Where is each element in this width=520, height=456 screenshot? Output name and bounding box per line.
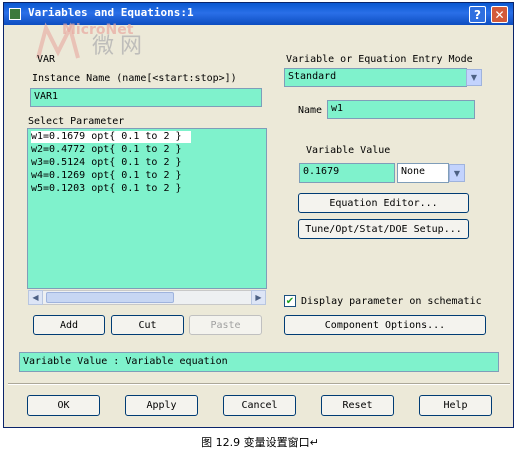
figure-caption: 图 12.9 变量设置窗口↵ [201,436,319,449]
component-type: VAR [37,54,56,65]
title-close-button[interactable]: ✕ [491,6,508,23]
list-item[interactable]: w1=0.1679 opt{ 0.1 to 2 } [31,131,191,143]
help-button[interactable]: Help [419,395,492,416]
select-parameter-label: Select Parameter [28,116,125,127]
window-title: Variables and Equations:1 [28,6,194,19]
list-item[interactable]: w2=0.4772 opt{ 0.1 to 2 } [31,144,182,156]
tune-opt-setup-button[interactable]: Tune/Opt/Stat/DOE Setup... [298,219,469,239]
name-label: Name [298,105,323,116]
cancel-button[interactable]: Cancel [223,395,296,416]
list-item[interactable]: w5=0.1203 opt{ 0.1 to 2 } [31,183,182,195]
footer-separator [8,383,510,385]
name-input[interactable]: w1 [327,100,475,119]
status-bar: Variable Value : Variable equation [19,352,499,372]
parameter-list[interactable]: w1=0.1679 opt{ 0.1 to 2 } w2=0.4772 opt{… [27,128,267,289]
watermark-cn: 微网 [92,34,149,59]
checkmark-icon: ✔ [285,295,295,307]
apply-button[interactable]: Apply [125,395,198,416]
variable-value-label: Variable Value [306,145,391,156]
app-icon [9,8,21,20]
unit-dropdown-icon[interactable]: ▼ [449,164,465,182]
instance-name-input[interactable]: VAR1 [30,88,262,107]
reset-button[interactable]: Reset [321,395,394,416]
instance-name-label: Instance Name (name[<start:stop>]) [32,73,237,84]
entry-mode-select[interactable]: Standard [284,68,467,87]
cut-button[interactable]: Cut [111,315,184,335]
scroll-right-arrow-icon[interactable]: ▶ [251,290,266,305]
equation-editor-button[interactable]: Equation Editor... [298,193,469,213]
entry-mode-label: Variable or Equation Entry Mode [286,54,473,65]
paste-button[interactable]: Paste [189,315,262,335]
variable-value-input[interactable]: 0.1679 [299,163,395,183]
display-parameter-checkbox[interactable]: ✔ [284,295,296,307]
question-icon: ? [474,7,481,22]
scrollbar-thumb[interactable] [46,292,174,303]
scroll-left-arrow-icon[interactable]: ◀ [28,290,43,305]
list-item[interactable]: w3=0.5124 opt{ 0.1 to 2 } [31,157,182,169]
entry-mode-dropdown-icon[interactable]: ▼ [466,69,482,86]
title-help-button[interactable]: ? [469,6,486,23]
component-options-button[interactable]: Component Options... [284,315,486,335]
add-button[interactable]: Add [33,315,105,335]
close-icon: ✕ [494,7,505,22]
display-parameter-label: Display parameter on schematic [301,296,482,307]
ok-button[interactable]: OK [27,395,100,416]
list-item[interactable]: w4=0.1269 opt{ 0.1 to 2 } [31,170,182,182]
unit-select[interactable]: None [397,163,449,183]
